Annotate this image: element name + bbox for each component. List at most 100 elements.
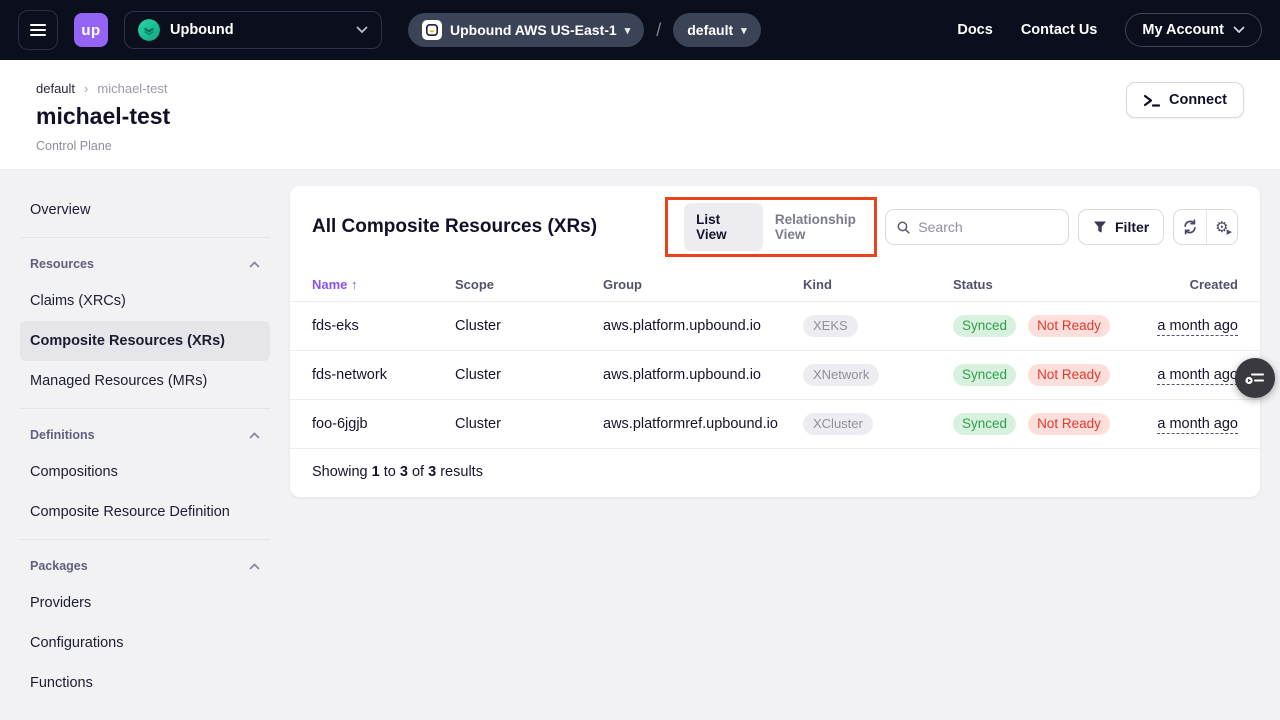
sidebar-section-packages[interactable]: Packages — [20, 547, 270, 583]
composite-resources-table: Name ↑ Scope Group Kind Status Created f… — [290, 268, 1260, 449]
cell-kind: XNetwork — [803, 351, 953, 400]
filter-funnel-icon — [1093, 220, 1107, 234]
cell-scope: Cluster — [455, 302, 603, 351]
sidebar-section-definitions[interactable]: Definitions — [20, 416, 270, 452]
column-header-group[interactable]: Group — [603, 268, 803, 302]
list-view-tab[interactable]: List View — [684, 203, 763, 251]
status-badge-synced: Synced — [953, 364, 1016, 386]
table-row[interactable]: foo-6jgjb Cluster aws.platformref.upboun… — [290, 400, 1260, 449]
column-header-created[interactable]: Created — [1118, 268, 1260, 302]
divider — [20, 539, 270, 540]
panel-title: All Composite Resources (XRs) — [312, 216, 597, 238]
cell-status: Synced Not Ready — [953, 351, 1118, 400]
divider — [20, 408, 270, 409]
chevron-up-icon — [249, 261, 260, 268]
control-plane-selector[interactable]: default ▾ — [673, 13, 760, 47]
cell-group: aws.platform.upbound.io — [603, 302, 803, 351]
space-selector[interactable]: Upbound AWS US-East-1 ▾ — [408, 13, 644, 47]
cell-scope: Cluster — [455, 351, 603, 400]
connect-button[interactable]: Connect — [1126, 82, 1244, 118]
sidebar-item-claims-xrcs[interactable]: Claims (XRCs) — [20, 281, 270, 321]
refresh-button[interactable] — [1174, 210, 1205, 244]
sidebar-item-providers[interactable]: Providers — [20, 583, 270, 623]
control-plane-name: default — [687, 22, 733, 38]
space-icon — [422, 20, 442, 40]
cell-name[interactable]: fds-network — [290, 351, 455, 400]
cell-created: a month ago — [1118, 302, 1260, 351]
chevron-down-icon — [356, 26, 368, 34]
breadcrumb-slash: / — [656, 20, 661, 41]
column-header-kind[interactable]: Kind — [803, 268, 953, 302]
cell-group: aws.platform.upbound.io — [603, 351, 803, 400]
search-box — [885, 209, 1069, 245]
cell-name[interactable]: foo-6jgjb — [290, 400, 455, 449]
hamburger-icon — [30, 24, 46, 26]
section-header-label: Resources — [30, 257, 94, 271]
chevron-up-icon — [249, 432, 260, 439]
sidebar-item-managed-resources-mrs[interactable]: Managed Resources (MRs) — [20, 361, 270, 401]
search-input[interactable] — [918, 219, 1057, 235]
sidebar-item-configurations[interactable]: Configurations — [20, 623, 270, 663]
created-tooltip-link[interactable]: a month ago — [1157, 416, 1238, 434]
cell-status: Synced Not Ready — [953, 400, 1118, 449]
breadcrumb: default › michael-test — [36, 81, 1244, 96]
search-icon — [897, 220, 910, 235]
top-navbar: up Upbound Upbound AWS US-East-1 ▾ / def… — [0, 0, 1280, 60]
nav-link-contact-us[interactable]: Contact Us — [1021, 22, 1098, 38]
auto-refresh-settings-button[interactable]: ⚙ ▶ — [1206, 210, 1237, 244]
breadcrumb-current: michael-test — [97, 81, 167, 96]
breadcrumb-parent[interactable]: default — [36, 81, 75, 96]
feedback-widget-button[interactable] — [1235, 358, 1275, 398]
column-header-name[interactable]: Name ↑ — [290, 268, 455, 302]
connect-label: Connect — [1169, 92, 1227, 108]
nav-link-docs[interactable]: Docs — [957, 22, 992, 38]
status-badge-not-ready: Not Ready — [1028, 364, 1110, 386]
my-account-button[interactable]: My Account — [1125, 13, 1262, 47]
space-name: Upbound AWS US-East-1 — [450, 22, 617, 38]
column-header-scope[interactable]: Scope — [455, 268, 603, 302]
feedback-widget-icon — [1245, 370, 1265, 386]
section-header-label: Packages — [30, 559, 88, 573]
play-icon: ▶ — [1227, 228, 1232, 236]
view-toggle: List View Relationship View — [684, 203, 885, 251]
table-row[interactable]: fds-eks Cluster aws.platform.upbound.io … — [290, 302, 1260, 351]
kind-badge: XNetwork — [803, 364, 879, 386]
upbound-logo[interactable]: up — [74, 13, 108, 47]
table-header-row: Name ↑ Scope Group Kind Status Created — [290, 268, 1260, 302]
created-tooltip-link[interactable]: a month ago — [1157, 367, 1238, 385]
status-badge-not-ready: Not Ready — [1028, 315, 1110, 337]
kind-badge: XEKS — [803, 315, 858, 337]
created-tooltip-link[interactable]: a month ago — [1157, 318, 1238, 336]
terminal-icon — [1143, 93, 1160, 108]
caret-down-icon: ▾ — [741, 24, 747, 37]
status-badge-synced: Synced — [953, 315, 1016, 337]
sort-ascending-icon: ↑ — [351, 277, 358, 292]
composite-resources-panel: All Composite Resources (XRs) List View … — [290, 186, 1260, 497]
table-row[interactable]: fds-network Cluster aws.platform.upbound… — [290, 351, 1260, 400]
organization-selector[interactable]: Upbound — [124, 11, 382, 49]
sidebar: Overview Resources Claims (XRCs) Composi… — [20, 190, 270, 703]
results-summary: Showing 1 to 3 of 3 results — [290, 449, 1260, 497]
status-badge-not-ready: Not Ready — [1028, 413, 1110, 435]
page-subtitle: Control Plane — [36, 139, 1244, 153]
page-header: default › michael-test michael-test Cont… — [0, 60, 1280, 170]
filter-button[interactable]: Filter — [1078, 209, 1164, 245]
kind-badge: XCluster — [803, 413, 873, 435]
cell-created: a month ago — [1118, 400, 1260, 449]
sidebar-item-functions[interactable]: Functions — [20, 663, 270, 703]
sidebar-item-compositions[interactable]: Compositions — [20, 452, 270, 492]
cell-name[interactable]: fds-eks — [290, 302, 455, 351]
column-header-status[interactable]: Status — [953, 268, 1118, 302]
sidebar-item-composite-resource-definition[interactable]: Composite Resource Definition — [20, 492, 270, 532]
section-header-label: Definitions — [30, 428, 95, 442]
sidebar-section-resources[interactable]: Resources — [20, 245, 270, 281]
page-title: michael-test — [36, 103, 1244, 130]
cell-group: aws.platformref.upbound.io — [603, 400, 803, 449]
sidebar-item-overview[interactable]: Overview — [20, 190, 270, 230]
relationship-view-tab[interactable]: Relationship View — [773, 203, 885, 251]
chevron-down-icon — [1233, 26, 1245, 34]
organization-name: Upbound — [170, 22, 234, 38]
sidebar-item-composite-resources-xrs[interactable]: Composite Resources (XRs) — [20, 321, 270, 361]
hamburger-menu-button[interactable] — [18, 10, 58, 50]
cell-kind: XEKS — [803, 302, 953, 351]
